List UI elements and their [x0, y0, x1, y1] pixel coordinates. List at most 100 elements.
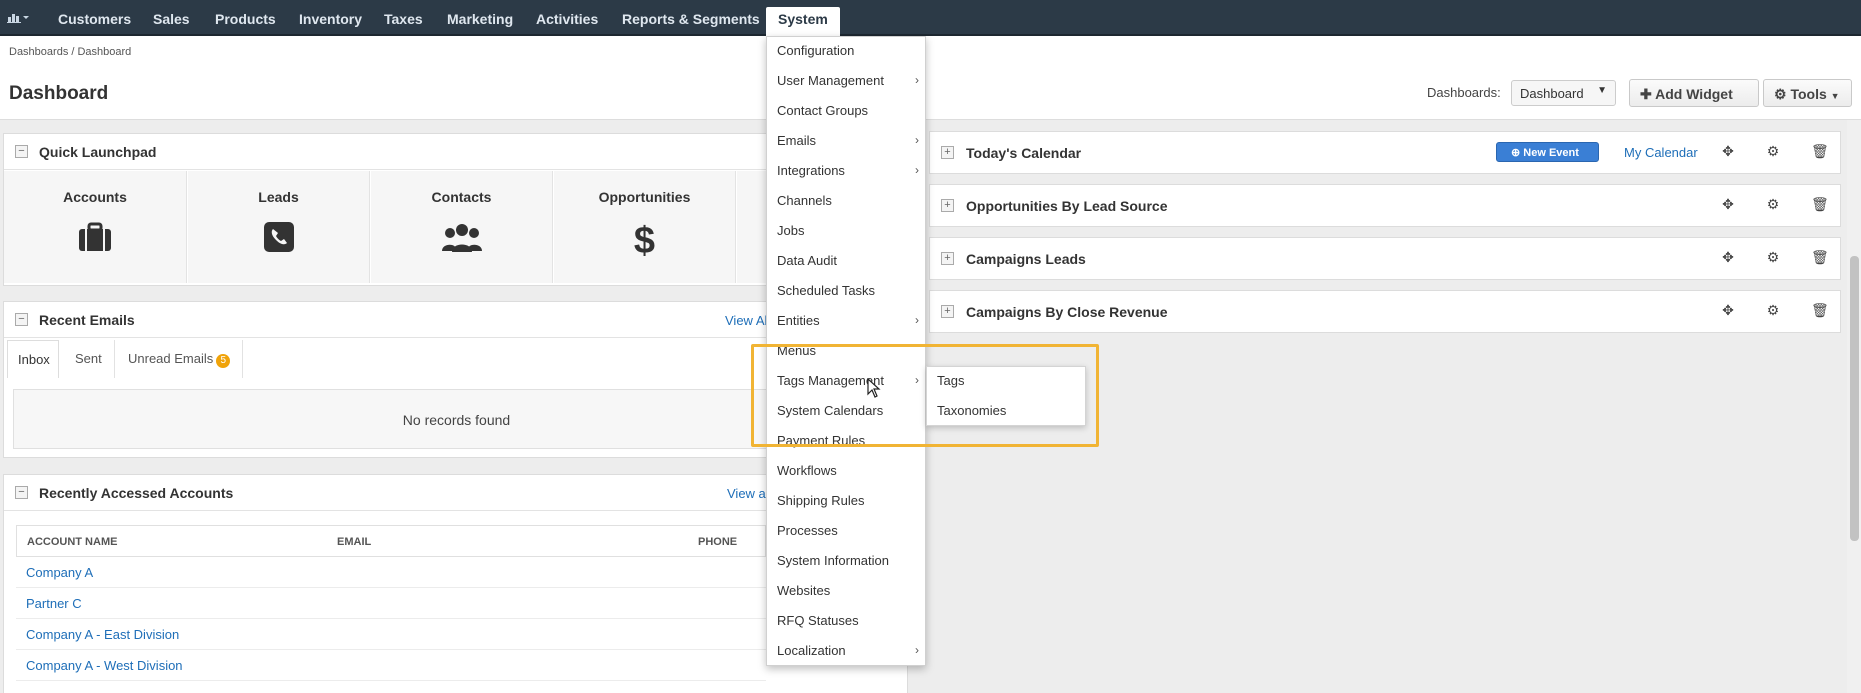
launch-contacts[interactable]: Contacts — [371, 171, 553, 283]
tab-inbox[interactable]: Inbox — [7, 340, 59, 378]
chevron-right-icon: › — [915, 133, 919, 147]
nav-activities[interactable]: Activities — [536, 0, 598, 36]
chevron-right-icon: › — [915, 73, 919, 87]
widget-title: Recently Accessed Accounts — [39, 485, 234, 501]
expand-icon[interactable]: + — [941, 305, 954, 318]
breadcrumb[interactable]: Dashboards / Dashboard — [9, 46, 131, 58]
nav-system[interactable]: System — [766, 7, 840, 36]
menu-item-data-audit[interactable]: Data Audit — [777, 253, 837, 268]
view-all-link[interactable]: View Al — [725, 313, 767, 328]
tools-label: Tools — [1790, 86, 1827, 102]
column-header-phone[interactable]: PHONE — [698, 536, 737, 548]
menu-item-system-information[interactable]: System Information — [777, 553, 889, 568]
trash-icon[interactable]: 🗑 — [1811, 143, 1829, 159]
expand-icon[interactable]: + — [941, 199, 954, 212]
gear-icon[interactable]: ⚙ — [1765, 143, 1781, 159]
page-scrollbar[interactable] — [1847, 120, 1861, 693]
scrollbar-thumb[interactable] — [1850, 256, 1859, 541]
my-calendar-link[interactable]: My Calendar — [1624, 145, 1698, 160]
menu-item-localization[interactable]: Localization › — [777, 643, 923, 658]
menu-item-label: Jobs — [777, 223, 805, 238]
expand-icon[interactable]: + — [941, 252, 954, 265]
menu-item-workflows[interactable]: Workflows — [777, 463, 837, 478]
move-icon[interactable]: ✥ — [1720, 196, 1736, 212]
trash-icon[interactable]: 🗑 — [1811, 249, 1829, 265]
collapse-icon[interactable]: − — [15, 145, 28, 158]
account-link[interactable]: Company A — [26, 565, 93, 580]
gear-icon[interactable]: ⚙ — [1765, 302, 1781, 318]
chevron-down-icon: ▼ — [1597, 85, 1607, 96]
opportunities-by-lead-source-widget: + Opportunities By Lead Source ✥ ⚙ 🗑 — [929, 184, 1841, 227]
table-row[interactable]: Partner C — [16, 588, 766, 619]
menu-item-label: Scheduled Tasks — [777, 283, 876, 298]
menu-item-label: Configuration — [777, 43, 855, 58]
add-widget-label: Add Widget — [1655, 86, 1733, 102]
menu-item-rfq-statuses[interactable]: RFQ Statuses — [777, 613, 859, 628]
chart-icon — [7, 14, 29, 23]
collapse-icon[interactable]: − — [15, 486, 28, 499]
expand-icon[interactable]: + — [941, 146, 954, 159]
nav-taxes[interactable]: Taxes — [384, 0, 423, 36]
trash-icon[interactable]: 🗑 — [1811, 196, 1829, 212]
menu-item-jobs[interactable]: Jobs — [777, 223, 804, 238]
add-widget-button[interactable]: ✚ Add Widget — [1629, 79, 1759, 107]
tab-unread-emails[interactable]: Unread Emails 5 — [116, 340, 243, 378]
table-row[interactable]: Company A - East Division — [16, 619, 766, 650]
unread-count-badge: 5 — [216, 354, 231, 368]
launch-accounts[interactable]: Accounts — [4, 171, 187, 283]
column-header-account-name[interactable]: ACCOUNT NAME — [27, 536, 117, 548]
gear-icon[interactable]: ⚙ — [1765, 196, 1781, 212]
dashboard-select[interactable]: Dashboard ▼ — [1511, 80, 1616, 106]
widget-actions: ✥ ⚙ 🗑 — [1720, 249, 1835, 269]
gear-icon[interactable]: ⚙ — [1765, 249, 1781, 265]
dashboard-select-value: Dashboard — [1520, 86, 1584, 101]
collapse-icon[interactable]: − — [15, 313, 28, 326]
menu-item-scheduled-tasks[interactable]: Scheduled Tasks — [777, 283, 875, 298]
launch-leads[interactable]: Leads — [188, 171, 370, 283]
launch-opportunities[interactable]: Opportunities $ — [554, 171, 736, 283]
account-link[interactable]: Partner C — [26, 596, 82, 611]
menu-item-processes[interactable]: Processes — [777, 523, 838, 538]
menu-item-entities[interactable]: Entities › — [777, 313, 923, 328]
menu-item-integrations[interactable]: Integrations › — [777, 163, 923, 178]
chevron-down-icon: ▼ — [1830, 91, 1840, 101]
menu-item-label: Integrations — [777, 163, 845, 178]
menu-item-configuration[interactable]: Configuration — [777, 43, 854, 58]
menu-item-label: Channels — [777, 193, 832, 208]
menu-item-websites[interactable]: Websites — [777, 583, 830, 598]
trash-icon[interactable]: 🗑 — [1811, 302, 1829, 318]
move-icon[interactable]: ✥ — [1720, 143, 1736, 159]
view-all-link[interactable]: View al — [727, 486, 769, 501]
move-icon[interactable]: ✥ — [1720, 302, 1736, 318]
nav-customers[interactable]: Customers — [58, 0, 131, 36]
dashboard-menu[interactable] — [0, 0, 40, 36]
nav-reports-segments[interactable]: Reports & Segments — [622, 0, 760, 36]
menu-item-emails[interactable]: Emails › — [777, 133, 923, 148]
tab-sent[interactable]: Sent — [62, 340, 115, 378]
menu-item-label: System Information — [777, 553, 889, 568]
briefcase-icon — [4, 221, 186, 261]
menu-item-user-management[interactable]: User Management › — [777, 73, 923, 88]
launch-label: Opportunities — [598, 189, 691, 205]
nav-sales[interactable]: Sales — [153, 0, 190, 36]
account-link[interactable]: Company A - West Division — [26, 658, 183, 673]
menu-item-label: RFQ Statuses — [777, 613, 859, 628]
nav-marketing[interactable]: Marketing — [447, 0, 513, 36]
nav-products[interactable]: Products — [215, 0, 276, 36]
menu-item-shipping-rules[interactable]: Shipping Rules — [777, 493, 864, 508]
new-event-button[interactable]: ⊕ New Event — [1496, 142, 1599, 162]
menu-item-label: User Management — [777, 73, 884, 88]
table-row[interactable]: Company A - West Division — [16, 650, 766, 681]
nav-inventory[interactable]: Inventory — [299, 0, 362, 36]
tools-button[interactable]: ⚙ Tools ▼ — [1763, 79, 1852, 107]
widget-actions: ✥ ⚙ 🗑 — [1720, 302, 1835, 322]
table-row[interactable]: Company A — [16, 557, 766, 588]
column-header-email[interactable]: EMAIL — [337, 536, 371, 548]
menu-item-contact-groups[interactable]: Contact Groups — [777, 103, 868, 118]
move-icon[interactable]: ✥ — [1720, 249, 1736, 265]
account-link[interactable]: Company A - East Division — [26, 627, 179, 642]
phone-icon — [188, 221, 369, 261]
menu-item-channels[interactable]: Channels — [777, 193, 832, 208]
gear-icon: ⚙ — [1774, 86, 1787, 102]
mouse-cursor-icon — [867, 377, 881, 401]
